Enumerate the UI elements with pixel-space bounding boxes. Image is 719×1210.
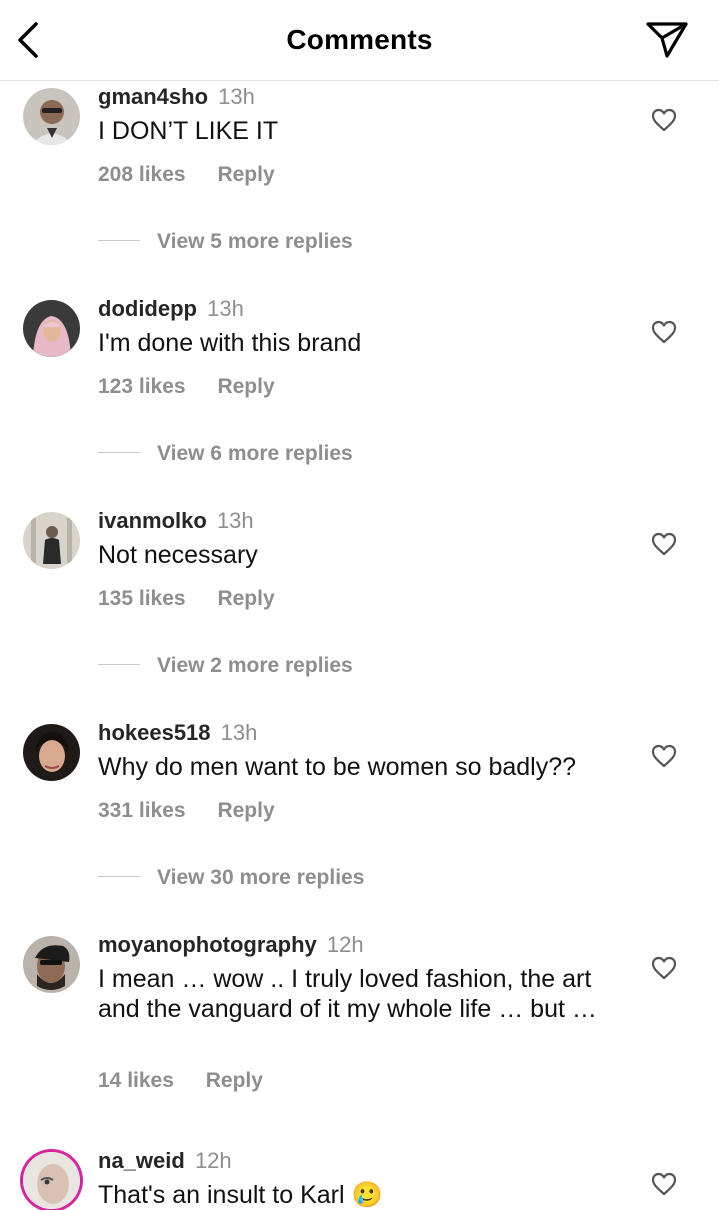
likes-count[interactable]: 331 likes xyxy=(98,799,186,822)
avatar-story-ring[interactable] xyxy=(23,1152,80,1209)
heart-icon[interactable] xyxy=(651,1172,677,1196)
username[interactable]: ivanmolko xyxy=(98,508,207,533)
view-replies-label: View 6 more replies xyxy=(157,442,353,465)
username[interactable]: gman4sho xyxy=(98,84,208,109)
username[interactable]: moyanophotography xyxy=(98,932,317,957)
comment-text: Not necessary xyxy=(98,541,258,569)
view-more-replies[interactable]: View 6 more replies xyxy=(98,442,353,466)
timestamp: 12h xyxy=(326,932,364,957)
avatar-photo xyxy=(23,88,80,145)
likes-count[interactable]: 123 likes xyxy=(98,375,186,398)
page-title: Comments xyxy=(286,24,433,55)
avatar[interactable] xyxy=(23,936,80,993)
reply-button[interactable]: Reply xyxy=(217,587,274,610)
comment-text: I DON’T LIKE IT xyxy=(98,117,279,145)
heart-icon[interactable] xyxy=(651,532,677,556)
heart-icon[interactable] xyxy=(651,956,677,980)
timestamp: 13h xyxy=(218,84,255,109)
comment-meta: na_weid 12h xyxy=(98,1148,232,1174)
comment-actions: 208 likes Reply xyxy=(98,163,275,187)
avatar[interactable] xyxy=(23,512,80,569)
comment-actions: 123 likes Reply xyxy=(98,375,275,399)
avatar[interactable] xyxy=(23,300,80,357)
view-replies-label: View 30 more replies xyxy=(157,866,365,889)
comment-text: I mean … wow .. I truly loved fashion, t… xyxy=(98,965,597,1023)
comment-meta: hokees518 13h xyxy=(98,720,257,746)
timestamp: 12h xyxy=(194,1148,232,1173)
heart-icon[interactable] xyxy=(651,744,677,768)
reply-button[interactable]: Reply xyxy=(206,1069,263,1092)
reply-button[interactable]: Reply xyxy=(217,799,274,822)
comments-header: Comments xyxy=(0,0,719,81)
comment-text: That's an insult to Karl 🥲 xyxy=(98,1181,383,1209)
view-more-replies[interactable]: View 5 more replies xyxy=(98,230,353,254)
username[interactable]: na_weid xyxy=(98,1148,185,1173)
view-more-replies[interactable]: View 30 more replies xyxy=(98,866,364,890)
timestamp: 13h xyxy=(207,296,244,321)
avatar-photo xyxy=(23,936,80,993)
send-icon xyxy=(646,22,688,58)
comment-meta: gman4sho 13h xyxy=(98,84,255,110)
comment-actions: 14 likes Reply xyxy=(98,1069,263,1093)
comment-meta: ivanmolko 13h xyxy=(98,508,254,534)
avatar-photo xyxy=(23,512,80,569)
likes-count[interactable]: 135 likes xyxy=(98,587,186,610)
avatar[interactable] xyxy=(23,88,80,145)
avatar-photo xyxy=(23,724,80,781)
comment-text: Why do men want to be women so badly?? xyxy=(98,753,577,781)
heart-icon[interactable] xyxy=(651,108,677,132)
likes-count[interactable]: 208 likes xyxy=(98,163,186,186)
share-button[interactable] xyxy=(642,18,690,62)
likes-count[interactable]: 14 likes xyxy=(98,1069,174,1092)
timestamp: 13h xyxy=(216,508,254,533)
username[interactable]: dodidepp xyxy=(98,296,197,321)
username[interactable]: hokees518 xyxy=(98,720,211,745)
divider-line xyxy=(98,239,140,241)
comment-meta: dodidepp 13h xyxy=(98,296,244,322)
view-more-replies[interactable]: View 2 more replies xyxy=(98,654,353,678)
comment-actions: 331 likes Reply xyxy=(98,799,275,823)
comment-actions: 135 likes Reply xyxy=(98,587,275,611)
avatar-photo xyxy=(23,1152,80,1209)
avatar-photo xyxy=(23,300,80,357)
comment-text: I'm done with this brand xyxy=(98,329,362,357)
heart-icon[interactable] xyxy=(651,320,677,344)
reply-button[interactable]: Reply xyxy=(217,163,274,186)
divider-line xyxy=(98,875,140,877)
avatar[interactable] xyxy=(23,724,80,781)
comment-meta: moyanophotography 12h xyxy=(98,932,364,958)
view-replies-label: View 2 more replies xyxy=(157,654,353,677)
view-replies-label: View 5 more replies xyxy=(157,230,353,253)
reply-button[interactable]: Reply xyxy=(217,375,274,398)
divider-line xyxy=(98,451,140,453)
timestamp: 13h xyxy=(220,720,258,745)
divider-line xyxy=(98,663,140,665)
